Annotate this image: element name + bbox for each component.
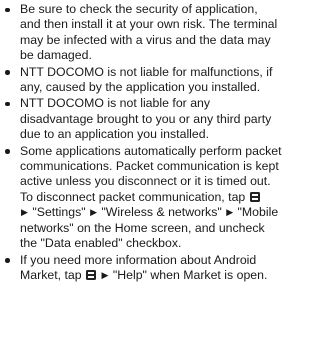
note-line: NTT DOCOMO is not liable for any bbox=[20, 96, 332, 111]
note-line: due to an application you installed. bbox=[20, 127, 332, 142]
arrow-right-icon: ▶ bbox=[21, 207, 28, 218]
note-item: If you need more information about Andro… bbox=[4, 253, 332, 284]
note-text: Be sure to check the security of applica… bbox=[20, 2, 258, 16]
note-text: "Settings" bbox=[28, 205, 90, 220]
note-line: Some applications automatically perform … bbox=[20, 144, 332, 159]
bullet-icon bbox=[5, 258, 10, 263]
menu-key-icon bbox=[249, 191, 260, 202]
arrow-right-icon: ▶ bbox=[90, 207, 97, 218]
note-text: "Help" when Market is open. bbox=[109, 267, 268, 282]
note-line: active unless you disconnect or it is ti… bbox=[20, 174, 332, 189]
note-line: networks" on the Home screen, and unchec… bbox=[20, 221, 332, 236]
menu-key-icon bbox=[86, 269, 97, 280]
note-item: Some applications automatically perform … bbox=[4, 144, 332, 252]
note-text: To disconnect packet communication, tap bbox=[20, 189, 249, 204]
note-line: Market, tap ▶ "Help" when Market is open… bbox=[20, 268, 332, 283]
note-line: the "Data enabled" checkbox. bbox=[20, 236, 332, 251]
note-line: To disconnect packet communication, tap bbox=[20, 190, 332, 205]
note-text: Market, tap bbox=[20, 267, 86, 282]
bullet-icon bbox=[5, 101, 10, 107]
note-text: may be infected with a virus and the dat… bbox=[20, 32, 271, 47]
note-text: any, caused by the application you insta… bbox=[20, 80, 261, 95]
note-item: Be sure to check the security of applica… bbox=[4, 2, 332, 64]
note-line: any, caused by the application you insta… bbox=[20, 80, 332, 95]
bullet-icon bbox=[5, 70, 10, 75]
note-line: disadvantage brought to you or any third… bbox=[20, 112, 332, 127]
note-line: ▶ "Settings" ▶ "Wireless & networks" ▶ "… bbox=[20, 205, 332, 220]
note-text: NTT DOCOMO is not liable for any bbox=[20, 96, 211, 111]
notes-list: Be sure to check the security of applica… bbox=[0, 0, 336, 283]
note-text: Some applications automatically perform … bbox=[20, 143, 282, 158]
note-line: and then install it at your own risk. Th… bbox=[20, 17, 332, 32]
note-text: be damaged. bbox=[20, 48, 92, 63]
note-text: If you need more information about Andro… bbox=[20, 252, 257, 267]
note-line: If you need more information about Andro… bbox=[20, 253, 332, 268]
bullet-icon bbox=[5, 7, 10, 12]
note-text: the "Data enabled" checkbox. bbox=[20, 236, 182, 251]
note-line: communications. Packet communication is … bbox=[20, 159, 332, 174]
note-line: be damaged. bbox=[20, 48, 332, 63]
note-line: NTT DOCOMO is not liable for malfunction… bbox=[20, 65, 332, 80]
note-item: NTT DOCOMO is not liable for malfunction… bbox=[4, 65, 332, 96]
note-text: due to an application you installed. bbox=[20, 127, 210, 142]
note-line: Be sure to check the security of applica… bbox=[20, 2, 332, 17]
note-text: NTT DOCOMO is not liable for malfunction… bbox=[20, 64, 273, 79]
arrow-right-icon: ▶ bbox=[226, 207, 234, 218]
arrow-right-icon: ▶ bbox=[101, 269, 109, 280]
note-text: "Mobile bbox=[234, 205, 279, 220]
note-text: communications. Packet communication is … bbox=[20, 159, 279, 174]
note-text: disadvantage brought to you or any third… bbox=[20, 111, 272, 126]
note-text: "Wireless & networks" bbox=[98, 205, 226, 220]
note-item: NTT DOCOMO is not liable for any disadvan… bbox=[4, 96, 332, 142]
note-text: and then install it at your own risk. Th… bbox=[20, 17, 278, 32]
note-line: may be infected with a virus and the dat… bbox=[20, 33, 332, 48]
note-text: networks" on the Home screen, and unchec… bbox=[20, 220, 265, 235]
bullet-icon bbox=[5, 149, 10, 154]
note-text bbox=[97, 268, 100, 282]
note-text: active unless you disconnect or it is ti… bbox=[20, 174, 271, 189]
